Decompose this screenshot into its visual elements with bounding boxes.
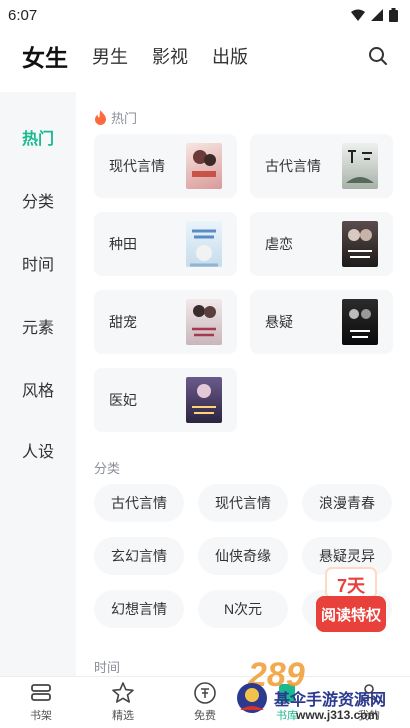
hot-card-doctor-consort[interactable]: 医妃 <box>94 368 237 432</box>
book-cover-image <box>186 221 222 267</box>
signal-icon <box>371 9 383 21</box>
hot-card-label: 甜宠 <box>109 314 137 330</box>
hot-card-label: 悬疑 <box>265 314 293 330</box>
reading-privilege-promo[interactable]: 7天 阅读特权 <box>316 566 386 634</box>
category-chip[interactable]: 玄幻言情 <box>94 537 184 575</box>
search-icon[interactable] <box>366 44 390 68</box>
side-item-element[interactable]: 元素 <box>22 314 54 338</box>
hot-card-label: 现代言情 <box>109 158 165 174</box>
battery-icon <box>389 8 398 22</box>
bottom-nav-featured[interactable]: 精选 <box>82 677 164 728</box>
hot-card-farming[interactable]: 种田 <box>94 212 237 276</box>
book-cover-image <box>186 299 222 345</box>
section-time-title: 时间 <box>94 657 120 676</box>
bottom-nav-bookshelf[interactable]: 书架 <box>0 677 82 728</box>
book-cover-image <box>342 143 378 189</box>
hot-card-angst[interactable]: 虐恋 <box>250 212 393 276</box>
category-chip[interactable]: 仙侠奇缘 <box>198 537 288 575</box>
bottom-nav-label: 精选 <box>112 710 134 722</box>
star-icon <box>112 682 134 703</box>
bookshelf-icon <box>31 684 51 701</box>
bottom-nav-label: 免费 <box>194 710 216 722</box>
flame-icon <box>95 110 106 125</box>
side-item-category[interactable]: 分类 <box>22 188 54 212</box>
site-watermark: 289 基伞手游资源网 www.j313.com <box>232 648 410 728</box>
section-category-title: 分类 <box>94 458 120 477</box>
hot-card-sweet[interactable]: 甜宠 <box>94 290 237 354</box>
bottom-nav-label: 书架 <box>30 710 52 722</box>
category-chip[interactable]: 幻想言情 <box>94 590 184 628</box>
side-item-persona[interactable]: 人设 <box>22 438 54 462</box>
category-chip[interactable]: N次元 <box>198 590 288 628</box>
status-bar: 6:07 <box>0 0 410 30</box>
tab-publish[interactable]: 出版 <box>212 43 248 69</box>
hot-card-label: 医妃 <box>109 392 137 408</box>
tab-male[interactable]: 男生 <box>92 43 128 69</box>
category-chip[interactable]: 现代言情 <box>198 484 288 522</box>
tab-film[interactable]: 影视 <box>152 43 188 69</box>
wifi-icon <box>351 9 365 21</box>
hot-card-label: 虐恋 <box>265 236 293 252</box>
promo-days: 7天 <box>336 576 365 596</box>
section-time-label: 时间 <box>94 660 121 675</box>
book-cover-image <box>186 377 222 423</box>
category-chip[interactable]: 古代言情 <box>94 484 184 522</box>
hot-card-label: 种田 <box>109 236 137 252</box>
section-hot-title: 热门 <box>94 108 137 127</box>
hot-card-ancient-romance[interactable]: 古代言情 <box>250 134 393 198</box>
section-category-label: 分类 <box>94 461 121 476</box>
hot-card-label: 古代言情 <box>265 158 321 174</box>
watermark-url: www.j313.com <box>296 708 379 722</box>
hot-card-mystery[interactable]: 悬疑 <box>250 290 393 354</box>
watermark-title: 基伞手游资源网 <box>274 692 387 709</box>
side-item-style[interactable]: 风格 <box>22 377 54 401</box>
book-cover-image <box>186 143 222 189</box>
section-hot-label: 热门 <box>111 111 138 126</box>
promo-label: 阅读特权 <box>320 607 381 624</box>
tab-female[interactable]: 女生 <box>22 39 68 73</box>
free-icon <box>194 682 216 704</box>
book-cover-image <box>342 299 378 345</box>
side-nav: 热门 分类 时间 元素 风格 人设 <box>0 92 76 676</box>
side-item-hot[interactable]: 热门 <box>22 125 54 149</box>
status-icons <box>351 8 398 22</box>
hot-card-modern-romance[interactable]: 现代言情 <box>94 134 237 198</box>
top-tabs: 女生 男生 影视 出版 <box>0 34 410 78</box>
side-item-time[interactable]: 时间 <box>22 251 54 275</box>
status-time: 6:07 <box>8 6 38 24</box>
category-chip[interactable]: 浪漫青春 <box>302 484 392 522</box>
book-cover-image <box>342 221 378 267</box>
